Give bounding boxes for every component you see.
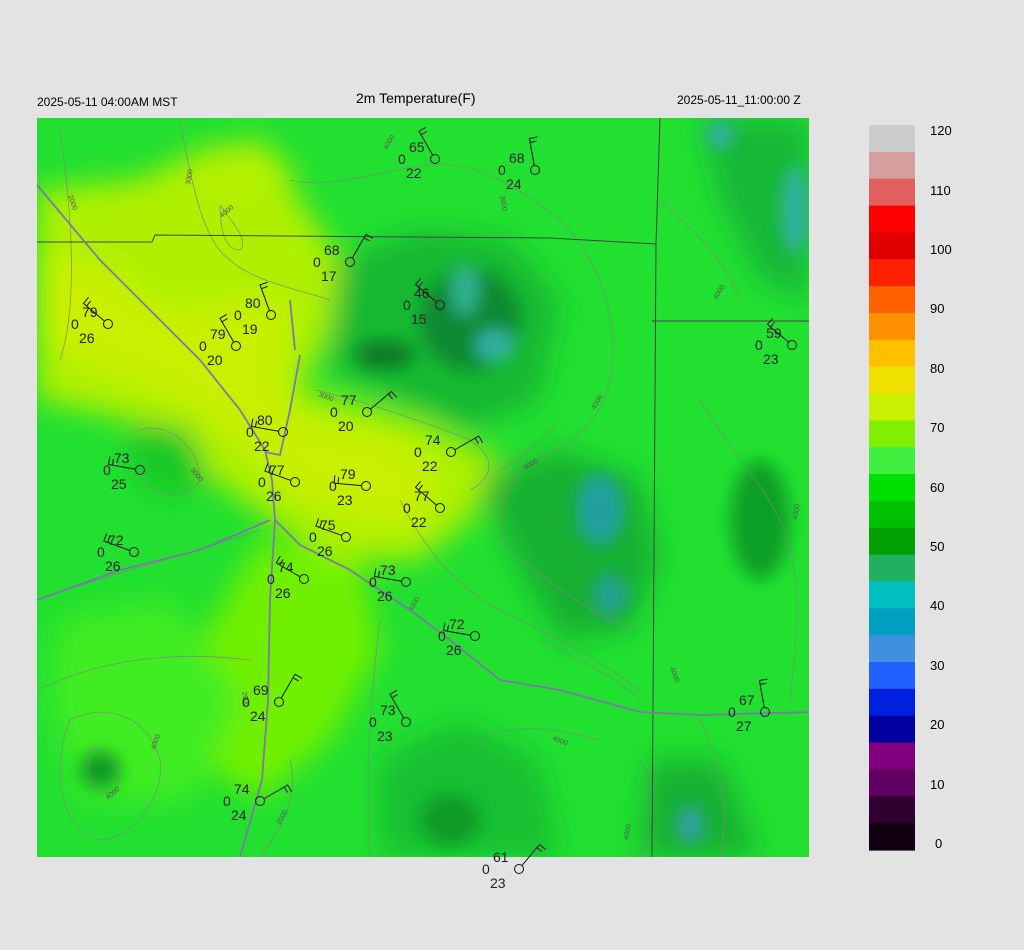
color-scale-swatch xyxy=(869,420,915,448)
color-scale-swatches xyxy=(869,125,915,851)
color-scale-swatch xyxy=(869,205,915,234)
color-scale-swatch xyxy=(869,125,915,153)
color-scale-tick-label: 90 xyxy=(930,301,945,316)
color-scale-swatch xyxy=(869,688,915,717)
color-scale-tick-label: 50 xyxy=(930,539,945,554)
color-scale-swatch xyxy=(869,662,915,690)
color-scale-swatch xyxy=(869,554,915,583)
color-scale-tick-label: 60 xyxy=(930,480,945,495)
color-scale-swatch xyxy=(869,581,915,609)
color-scale-tick-label: 120 xyxy=(930,123,952,138)
color-scale-swatch xyxy=(869,715,915,744)
color-scale-tick-label: 70 xyxy=(930,420,945,435)
color-scale-swatch xyxy=(869,393,915,421)
color-scale-swatch xyxy=(869,769,915,797)
color-scale xyxy=(869,125,915,851)
color-scale-swatch xyxy=(869,366,915,395)
color-scale-swatch xyxy=(869,635,915,663)
color-scale-swatch xyxy=(869,608,915,636)
color-scale-swatch xyxy=(869,796,915,824)
color-scale-tick-label: 0 xyxy=(935,836,943,851)
color-scale-tick-label: 100 xyxy=(930,242,952,257)
color-scale-swatch xyxy=(869,232,915,260)
color-scale-tick-label: 40 xyxy=(930,598,945,613)
color-scale-tick-label: 30 xyxy=(930,658,945,673)
color-scale-swatch xyxy=(869,178,915,207)
color-scale-tick-label: 20 xyxy=(930,717,945,732)
color-scale-tick-label: 110 xyxy=(930,183,951,198)
color-scale-swatch xyxy=(869,823,915,851)
color-scale-swatch xyxy=(869,286,915,314)
color-scale-swatch xyxy=(869,339,915,368)
color-scale-swatch xyxy=(869,500,915,529)
color-scale-tick-label: 80 xyxy=(930,361,945,376)
color-scale-swatch xyxy=(869,474,915,502)
color-scale-swatch xyxy=(869,151,915,180)
color-scale-tick-label: 10 xyxy=(930,777,945,792)
color-scale-swatch xyxy=(869,312,915,341)
color-scale-swatch xyxy=(869,259,915,287)
color-scale-swatch xyxy=(869,527,915,556)
color-scale-swatch xyxy=(869,447,915,475)
color-scale-swatch xyxy=(869,742,915,771)
